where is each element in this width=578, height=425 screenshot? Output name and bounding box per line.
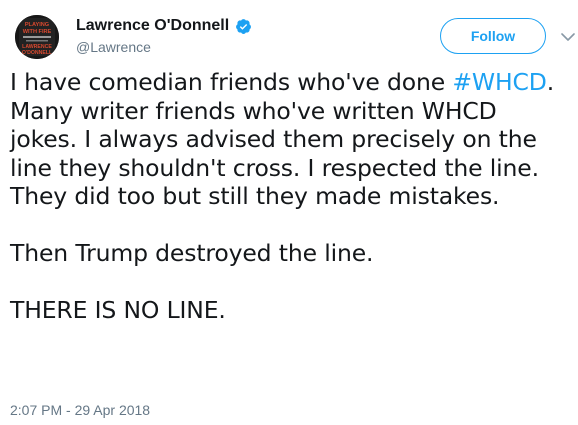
display-name-row: Lawrence O'Donnell xyxy=(76,15,252,37)
chevron-down-icon[interactable] xyxy=(560,29,576,45)
tweet-text-part-1: I have comedian friends who've done xyxy=(10,68,453,96)
avatar-line-2: WITH FIRE xyxy=(23,29,52,35)
tweet-paragraph-3: THERE IS NO LINE. xyxy=(10,296,226,324)
display-name[interactable]: Lawrence O'Donnell xyxy=(76,17,229,35)
follow-button[interactable]: Follow xyxy=(440,18,546,54)
avatar[interactable]: PLAYING WITH FIRE LAWRENCE O'DONNELL xyxy=(15,15,59,59)
avatar-line-1: PLAYING xyxy=(25,22,49,28)
tweet-header: PLAYING WITH FIRE LAWRENCE O'DONNELL Law… xyxy=(10,10,575,60)
tweet-paragraph-2: Then Trump destroyed the line. xyxy=(10,239,374,267)
tweet-text: I have comedian friends who've done #WHC… xyxy=(10,68,570,325)
user-handle[interactable]: @Lawrence xyxy=(76,39,252,55)
user-block: Lawrence O'Donnell @Lawrence xyxy=(76,10,252,55)
hashtag-link[interactable]: #WHCD xyxy=(452,68,547,96)
tweet-timestamp[interactable]: 2:07 PM - 29 Apr 2018 xyxy=(10,402,150,418)
tweet-paragraph-1: I have comedian friends who've done #WHC… xyxy=(10,68,570,211)
verified-badge-icon xyxy=(235,18,252,35)
avatar-line-4: O'DONNELL xyxy=(22,50,53,56)
tweet-card: PLAYING WITH FIRE LAWRENCE O'DONNELL Law… xyxy=(0,0,578,425)
book-cover-avatar-icon: PLAYING WITH FIRE LAWRENCE O'DONNELL xyxy=(15,15,59,59)
